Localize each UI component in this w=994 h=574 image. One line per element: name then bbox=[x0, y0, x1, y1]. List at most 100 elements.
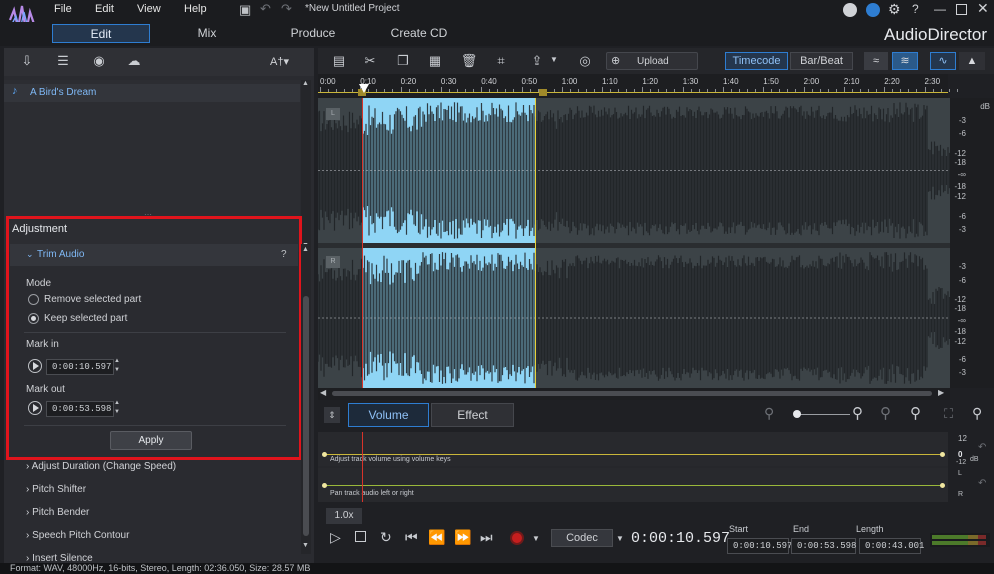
playhead-marker[interactable] bbox=[359, 84, 369, 93]
feature-speech-pitch-contour[interactable]: › Speech Pitch Contour bbox=[26, 530, 129, 541]
length-time-field[interactable]: 0:00:43.001 bbox=[859, 538, 924, 554]
font-size-menu[interactable]: A†▾ bbox=[270, 55, 289, 68]
apply-button[interactable]: Apply bbox=[110, 431, 192, 450]
cut-icon[interactable]: ✂ bbox=[361, 52, 379, 70]
adjustment-scrollbar[interactable]: ▲ ▼ bbox=[301, 244, 311, 554]
record-voice-icon[interactable]: ◉ bbox=[90, 52, 108, 70]
tab-edit[interactable]: Edit bbox=[52, 24, 150, 43]
mark-out-field[interactable]: 0:00:53.598 bbox=[46, 401, 114, 417]
stop-icon[interactable] bbox=[355, 531, 366, 542]
spectrum-view-icon[interactable]: ▲ bbox=[959, 52, 985, 70]
notification-icon[interactable] bbox=[866, 3, 880, 17]
export-icon[interactable]: ⇪ bbox=[528, 52, 546, 70]
horizontal-scrollbar[interactable]: ◀ ▶ bbox=[318, 388, 950, 400]
record-dropdown-icon[interactable]: ▼ bbox=[532, 534, 540, 543]
waveform-zoom-icon[interactable]: ≈ bbox=[864, 52, 888, 70]
undo-icon[interactable]: ↶ bbox=[260, 1, 271, 17]
menu-file[interactable]: File bbox=[54, 3, 72, 15]
loop-icon[interactable]: ↻ bbox=[380, 529, 392, 546]
fit-selection-icon[interactable]: ⛶ bbox=[944, 406, 953, 422]
menu-edit[interactable]: Edit bbox=[95, 3, 114, 15]
reset-volume-icon[interactable]: ↶ bbox=[978, 442, 986, 453]
maximize-icon[interactable] bbox=[956, 4, 967, 15]
radio-icon[interactable] bbox=[28, 294, 39, 305]
barbeat-button[interactable]: Bar/Beat bbox=[790, 52, 853, 70]
account-icon[interactable] bbox=[843, 3, 857, 17]
codec-button[interactable]: Codec bbox=[551, 529, 613, 547]
import-icon[interactable]: ⇩ bbox=[18, 52, 36, 70]
menu-view[interactable]: View bbox=[137, 3, 161, 15]
voice-icon[interactable]: ◎ bbox=[576, 52, 594, 70]
tab-mix[interactable]: Mix bbox=[158, 24, 256, 43]
redo-icon[interactable]: ↷ bbox=[281, 1, 292, 17]
pan-envelope[interactable]: Pan track audio left or right bbox=[318, 468, 948, 502]
help-icon[interactable]: ? bbox=[281, 249, 287, 260]
play-mark-in-icon[interactable] bbox=[28, 359, 42, 373]
time-ruler[interactable]: 0:00 0:10 0:20 0:30 0:40 0:50 1:00 1:10 1:20 1:30… bbox=[318, 74, 958, 98]
tab-produce[interactable]: Produce bbox=[264, 24, 362, 43]
zoom-slider-handle[interactable] bbox=[793, 410, 801, 418]
option-remove-selected[interactable]: Remove selected part bbox=[28, 294, 141, 305]
speed-button[interactable]: 1.0x bbox=[326, 508, 362, 524]
menu-help[interactable]: Help bbox=[184, 3, 207, 15]
delete-icon[interactable]: 🗑 bbox=[460, 52, 478, 70]
reset-pan-icon[interactable]: ↶ bbox=[978, 478, 986, 489]
option-keep-selected[interactable]: Keep selected part bbox=[28, 313, 127, 324]
mark-in-stepper[interactable]: ▲ ▼ bbox=[114, 357, 120, 375]
zoom-fit-icon[interactable]: ⚲ bbox=[972, 405, 982, 422]
tab-create-cd[interactable]: Create CD bbox=[370, 24, 468, 43]
envelope-point[interactable] bbox=[940, 483, 945, 488]
cloud-icon[interactable]: ☁ bbox=[125, 52, 143, 70]
skip-end-icon[interactable]: ⏭ bbox=[480, 529, 493, 546]
help-icon[interactable]: ? bbox=[912, 2, 919, 16]
feature-adjust-duration[interactable]: › Adjust Duration (Change Speed) bbox=[26, 461, 176, 472]
list-item[interactable]: ♪ A Bird's Dream bbox=[4, 84, 300, 102]
crop-icon[interactable]: ⌗ bbox=[492, 52, 510, 70]
envelope-point[interactable] bbox=[322, 452, 327, 457]
waveform-view-icon[interactable]: ∿ bbox=[930, 52, 956, 70]
mark-out-stepper[interactable]: ▲ ▼ bbox=[114, 399, 120, 417]
zoom-in-icon[interactable]: ⚲ bbox=[852, 404, 863, 422]
tab-volume[interactable]: Volume bbox=[348, 403, 429, 427]
import-playlist-icon[interactable]: ☰ bbox=[54, 52, 72, 70]
close-icon[interactable]: ✕ bbox=[977, 0, 989, 17]
end-time-field[interactable]: 0:00:53.598 bbox=[791, 538, 856, 554]
feature-pitch-bender[interactable]: › Pitch Bender bbox=[26, 507, 89, 518]
minimize-icon[interactable]: — bbox=[934, 2, 946, 16]
mark-out-flag[interactable] bbox=[539, 89, 547, 96]
timecode-button[interactable]: Timecode bbox=[725, 52, 788, 70]
copy-icon[interactable]: ❐ bbox=[394, 52, 412, 70]
save-icon[interactable]: ▣ bbox=[239, 2, 251, 18]
splitter-handle[interactable]: ⋯ bbox=[144, 210, 160, 219]
spectral-view-icon[interactable]: ≋ bbox=[892, 52, 918, 70]
zoom-slider[interactable] bbox=[796, 414, 850, 415]
envelope-point[interactable] bbox=[940, 452, 945, 457]
play-icon[interactable]: ▷ bbox=[330, 529, 341, 546]
tab-effect[interactable]: Effect bbox=[431, 403, 514, 427]
record-icon[interactable] bbox=[510, 531, 524, 545]
fast-forward-icon[interactable]: ⏩ bbox=[454, 529, 471, 546]
zoom-out-icon[interactable]: ⚲ bbox=[764, 405, 774, 422]
upload-button[interactable]: ⊕ Upload bbox=[606, 52, 698, 70]
paste-icon[interactable]: ▦ bbox=[426, 52, 444, 70]
radio-checked-icon[interactable] bbox=[28, 313, 39, 324]
library-scrollbar[interactable]: ▲ ▼ bbox=[301, 80, 311, 252]
codec-dropdown-icon[interactable]: ▼ bbox=[616, 534, 624, 543]
waveform-right-channel[interactable]: R bbox=[318, 248, 950, 388]
settings-gear-icon[interactable]: ⚙ bbox=[888, 1, 901, 18]
feature-insert-silence[interactable]: › Insert Silence bbox=[26, 553, 93, 561]
envelope-point[interactable] bbox=[322, 483, 327, 488]
export-dropdown-icon[interactable]: ▼ bbox=[550, 55, 558, 64]
play-mark-out-icon[interactable] bbox=[28, 401, 42, 415]
feature-pitch-shifter[interactable]: › Pitch Shifter bbox=[26, 484, 86, 495]
rewind-icon[interactable]: ⏪ bbox=[428, 529, 445, 546]
start-time-field[interactable]: 0:00:10.597 bbox=[727, 538, 792, 554]
skip-start-icon[interactable]: ⏮ bbox=[405, 529, 418, 546]
zoom-in-vertical-icon[interactable]: ⚲ bbox=[910, 404, 921, 422]
waveform-left-channel[interactable]: L bbox=[318, 98, 950, 243]
properties-icon[interactable]: ▤ bbox=[330, 52, 348, 70]
mark-in-field[interactable]: 0:00:10.597 bbox=[46, 359, 114, 375]
volume-envelope[interactable]: Adjust track volume using volume keys bbox=[318, 432, 948, 466]
collapse-icon[interactable]: ⇕ bbox=[324, 407, 340, 423]
zoom-out-vertical-icon[interactable]: ⚲ bbox=[880, 404, 891, 422]
